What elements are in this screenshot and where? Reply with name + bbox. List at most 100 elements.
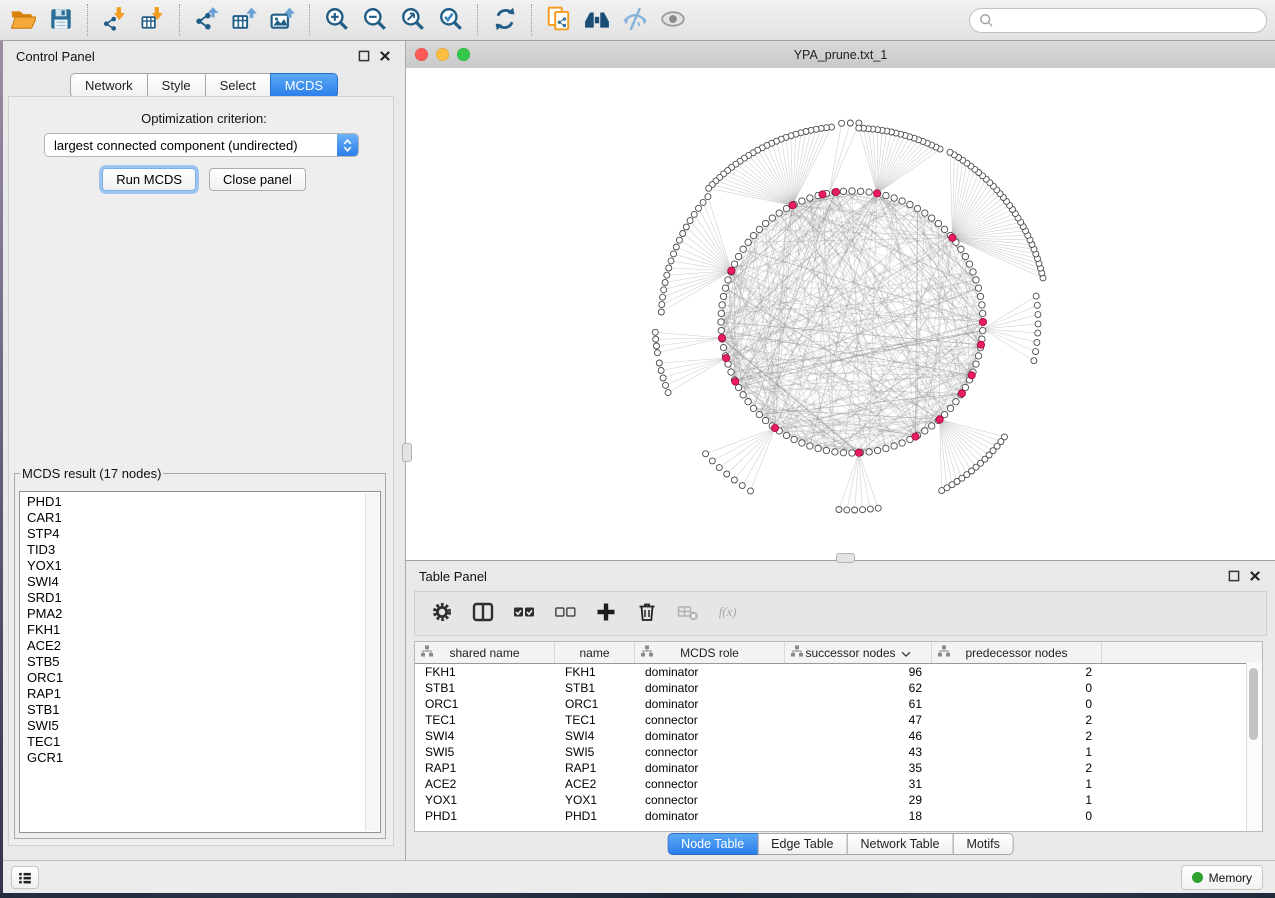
- mcds-result-item[interactable]: PHD1: [20, 494, 366, 510]
- graph-node[interactable]: [979, 302, 985, 308]
- graph-node[interactable]: [947, 405, 953, 411]
- graph-node[interactable]: [718, 319, 724, 325]
- graph-node[interactable]: [671, 251, 677, 257]
- graph-node[interactable]: [665, 390, 671, 396]
- graph-node[interactable]: [709, 458, 715, 464]
- horizontal-splitter-handle[interactable]: [836, 553, 855, 563]
- task-history-button[interactable]: [11, 866, 39, 889]
- graph-node[interactable]: [899, 198, 905, 204]
- column-header-predecessor-nodes[interactable]: predecessor nodes: [932, 642, 1102, 663]
- graph-node[interactable]: [883, 192, 889, 198]
- tab-mcds[interactable]: MCDS: [270, 73, 338, 98]
- table-row[interactable]: SWI5SWI5connector431: [415, 744, 1262, 760]
- add-button[interactable]: [593, 601, 619, 627]
- graph-node[interactable]: [935, 220, 941, 226]
- table-row[interactable]: ORC1ORC1dominator610: [415, 696, 1262, 712]
- graph-node[interactable]: [703, 451, 709, 457]
- mcds-result-item[interactable]: SWI4: [20, 574, 366, 590]
- graph-mcds-node[interactable]: [958, 390, 965, 397]
- close-table-panel-icon[interactable]: [1249, 570, 1261, 582]
- zoom-fit-button[interactable]: [394, 2, 432, 38]
- graph-node[interactable]: [953, 399, 959, 405]
- table-row[interactable]: ACE2ACE2connector311: [415, 776, 1262, 792]
- graph-node[interactable]: [1034, 339, 1040, 345]
- graph-node[interactable]: [807, 195, 813, 201]
- graph-node[interactable]: [658, 309, 664, 315]
- graph-node[interactable]: [660, 294, 666, 300]
- graph-node[interactable]: [1034, 302, 1040, 308]
- run-mcds-button[interactable]: Run MCDS: [102, 168, 196, 191]
- graph-node[interactable]: [867, 506, 873, 512]
- close-panel-button[interactable]: Close panel: [209, 168, 306, 191]
- graph-node[interactable]: [724, 471, 730, 477]
- graph-node[interactable]: [947, 149, 953, 155]
- graph-node[interactable]: [662, 280, 668, 286]
- graph-node[interactable]: [656, 360, 662, 366]
- graph-node[interactable]: [899, 440, 905, 446]
- graph-node[interactable]: [728, 369, 734, 375]
- graph-mcds-node[interactable]: [979, 318, 986, 325]
- zoom-out-button[interactable]: [356, 2, 394, 38]
- graph-node[interactable]: [653, 336, 659, 342]
- hide-graphics-button[interactable]: [616, 2, 654, 38]
- graph-node[interactable]: [914, 205, 920, 211]
- mcds-list-scrollbar[interactable]: [365, 493, 379, 831]
- graph-node[interactable]: [720, 293, 726, 299]
- graph-mcds-node[interactable]: [936, 416, 943, 423]
- graph-node[interactable]: [975, 285, 981, 291]
- graph-node[interactable]: [844, 507, 850, 513]
- graph-node[interactable]: [654, 350, 660, 356]
- mcds-result-item[interactable]: YOX1: [20, 558, 366, 574]
- graph-node[interactable]: [680, 231, 686, 237]
- graph-node[interactable]: [731, 477, 737, 483]
- graph-node[interactable]: [658, 368, 664, 374]
- graph-node[interactable]: [687, 218, 693, 224]
- zoom-selected-button[interactable]: [432, 2, 470, 38]
- graph-node[interactable]: [745, 399, 751, 405]
- open-button[interactable]: [4, 2, 42, 38]
- graph-node[interactable]: [857, 188, 863, 194]
- zoom-in-button[interactable]: [318, 2, 356, 38]
- mcds-result-item[interactable]: FKH1: [20, 622, 366, 638]
- mcds-result-item[interactable]: PMA2: [20, 606, 366, 622]
- table-tab-edge-table[interactable]: Edge Table: [757, 833, 847, 855]
- graph-node[interactable]: [659, 302, 665, 308]
- table-row[interactable]: PHD1PHD1dominator180: [415, 808, 1262, 824]
- graph-node[interactable]: [706, 185, 712, 191]
- graph-node[interactable]: [891, 443, 897, 449]
- graph-node[interactable]: [660, 375, 666, 381]
- graph-mcds-node[interactable]: [949, 234, 956, 241]
- mcds-result-item[interactable]: TEC1: [20, 734, 366, 750]
- delete-button[interactable]: [634, 601, 660, 627]
- graph-node[interactable]: [973, 277, 979, 283]
- graph-node[interactable]: [1035, 312, 1041, 318]
- graph-node[interactable]: [748, 488, 754, 494]
- graph-node[interactable]: [1035, 330, 1041, 336]
- graph-node[interactable]: [856, 125, 862, 131]
- graph-node[interactable]: [823, 447, 829, 453]
- graph-node[interactable]: [739, 483, 745, 489]
- mcds-result-item[interactable]: SWI5: [20, 718, 366, 734]
- save-button[interactable]: [42, 2, 80, 38]
- mcds-result-list[interactable]: PHD1CAR1STP4TID3YOX1SWI4SRD1PMA2FKH1ACE2…: [19, 491, 381, 833]
- graph-node[interactable]: [966, 261, 972, 267]
- graph-mcds-node[interactable]: [789, 202, 796, 209]
- column-header-shared-name[interactable]: shared name: [415, 642, 555, 663]
- graph-mcds-node[interactable]: [968, 372, 975, 379]
- graph-node[interactable]: [700, 199, 706, 205]
- graph-node[interactable]: [740, 246, 746, 252]
- graph-node[interactable]: [673, 244, 679, 250]
- graph-node[interactable]: [799, 198, 805, 204]
- graph-node[interactable]: [1035, 321, 1041, 327]
- graph-mcds-node[interactable]: [977, 341, 984, 348]
- graph-node[interactable]: [719, 302, 725, 308]
- graph-node[interactable]: [664, 272, 670, 278]
- export-table-button[interactable]: [226, 2, 264, 38]
- graph-node[interactable]: [840, 450, 846, 456]
- select-all-button[interactable]: [511, 601, 537, 627]
- graph-node[interactable]: [718, 310, 724, 316]
- graph-node[interactable]: [722, 285, 728, 291]
- deselect-all-button[interactable]: [552, 601, 578, 627]
- graph-mcds-node[interactable]: [723, 355, 730, 362]
- mcds-result-item[interactable]: STP4: [20, 526, 366, 542]
